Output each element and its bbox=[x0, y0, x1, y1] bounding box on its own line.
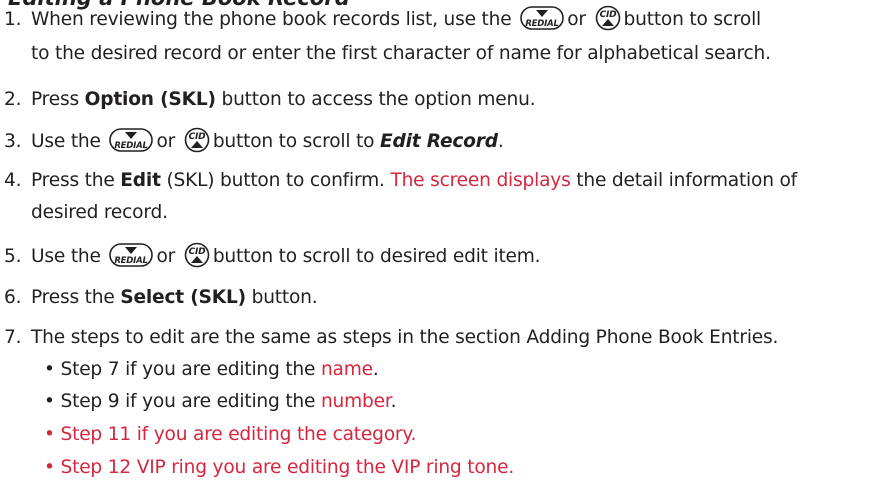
redial-button-icon: REDIAL bbox=[108, 127, 154, 153]
svg-text:REDIAL: REDIAL bbox=[115, 141, 148, 151]
bullet: • bbox=[44, 424, 55, 445]
bullet-item: • Step 7 if you are editing the name. bbox=[44, 356, 379, 384]
bullet: • bbox=[44, 391, 55, 412]
step-text: Press the bbox=[31, 170, 115, 191]
step-4: 4. Press the Edit (SKL) button to confirm… bbox=[4, 167, 797, 195]
highlighted-text: Step 11 if you are editing the category. bbox=[60, 424, 417, 445]
step-number: 1. bbox=[4, 9, 22, 30]
bullet-text: . bbox=[372, 359, 379, 380]
step-text: button to access the option menu. bbox=[221, 89, 536, 110]
bullet: • bbox=[44, 457, 55, 478]
highlighted-text: The screen displays bbox=[390, 170, 571, 191]
svg-text:CID: CID bbox=[188, 247, 206, 257]
bullet-item: • Step 12 VIP ring you are editing the V… bbox=[44, 454, 514, 482]
cid-button-icon: CID bbox=[183, 242, 211, 268]
step-1-continued: to the desired record or enter the first… bbox=[31, 43, 771, 64]
step-1: 1. When reviewing the phone book records … bbox=[4, 5, 761, 34]
step-text: Use the bbox=[31, 131, 101, 152]
step-number: 5. bbox=[4, 246, 22, 267]
step-text: Use the bbox=[31, 246, 101, 267]
step-text: button. bbox=[251, 287, 318, 308]
bullet: • bbox=[44, 359, 55, 380]
step-2: 2. Press Option (SKL) button to access th… bbox=[4, 86, 536, 114]
step-text: . bbox=[497, 131, 504, 152]
step-4-continued: desired record. bbox=[31, 202, 168, 223]
step-text: button to scroll bbox=[623, 9, 762, 30]
highlighted-text: Step 12 VIP ring you are editing the VIP… bbox=[60, 457, 515, 478]
svg-text:REDIAL: REDIAL bbox=[115, 256, 148, 266]
bullet-item: • Step 11 if you are editing the categor… bbox=[44, 421, 416, 449]
svg-text:CID: CID bbox=[599, 10, 617, 20]
redial-button-icon: REDIAL bbox=[519, 5, 565, 31]
or-text: or bbox=[156, 246, 176, 267]
step-number: 6. bbox=[4, 287, 22, 308]
bullet-text: Step 9 if you are editing the bbox=[60, 391, 316, 412]
step-text: (SKL) button to confirm. bbox=[166, 170, 385, 191]
highlighted-text: name bbox=[320, 359, 373, 380]
select-skl-label: Select (SKL) bbox=[120, 287, 246, 308]
step-number: 7. bbox=[4, 327, 22, 348]
step-number: 2. bbox=[4, 89, 22, 110]
step-text: the detail information of bbox=[576, 170, 798, 191]
redial-button-icon: REDIAL bbox=[108, 242, 154, 268]
option-skl-label: Option (SKL) bbox=[84, 89, 216, 110]
bullet-text: . bbox=[390, 391, 397, 412]
cid-button-icon: CID bbox=[594, 5, 622, 31]
step-7: 7. The steps to edit are the same as step… bbox=[4, 324, 778, 352]
or-text: or bbox=[156, 131, 176, 152]
step-text: The steps to edit are the same as steps … bbox=[31, 327, 779, 348]
cid-button-icon: CID bbox=[183, 127, 211, 153]
or-text: or bbox=[567, 9, 586, 30]
step-text: When reviewing the phone book records li… bbox=[31, 9, 512, 30]
step-text: Press bbox=[31, 89, 79, 110]
step-3: 3. Use the REDIAL or CID button to scroll t… bbox=[4, 127, 504, 156]
bullet-item: • Step 9 if you are editing the number. bbox=[44, 388, 397, 416]
step-5: 5. Use the REDIAL or CID button to scroll t… bbox=[4, 242, 541, 271]
bullet-text: Step 7 if you are editing the bbox=[60, 359, 316, 380]
step-text: button to scroll to desired edit item. bbox=[212, 246, 541, 267]
step-number: 3. bbox=[4, 131, 22, 152]
svg-text:REDIAL: REDIAL bbox=[526, 19, 559, 29]
step-text: Press the bbox=[31, 287, 115, 308]
step-6: 6. Press the Select (SKL) button. bbox=[4, 284, 318, 312]
highlighted-text: number bbox=[320, 391, 391, 412]
step-number: 4. bbox=[4, 170, 22, 191]
svg-text:CID: CID bbox=[188, 132, 206, 142]
edit-label: Edit bbox=[120, 170, 161, 191]
step-text: button to scroll to bbox=[212, 131, 375, 152]
edit-record-label: Edit Record bbox=[380, 131, 498, 152]
